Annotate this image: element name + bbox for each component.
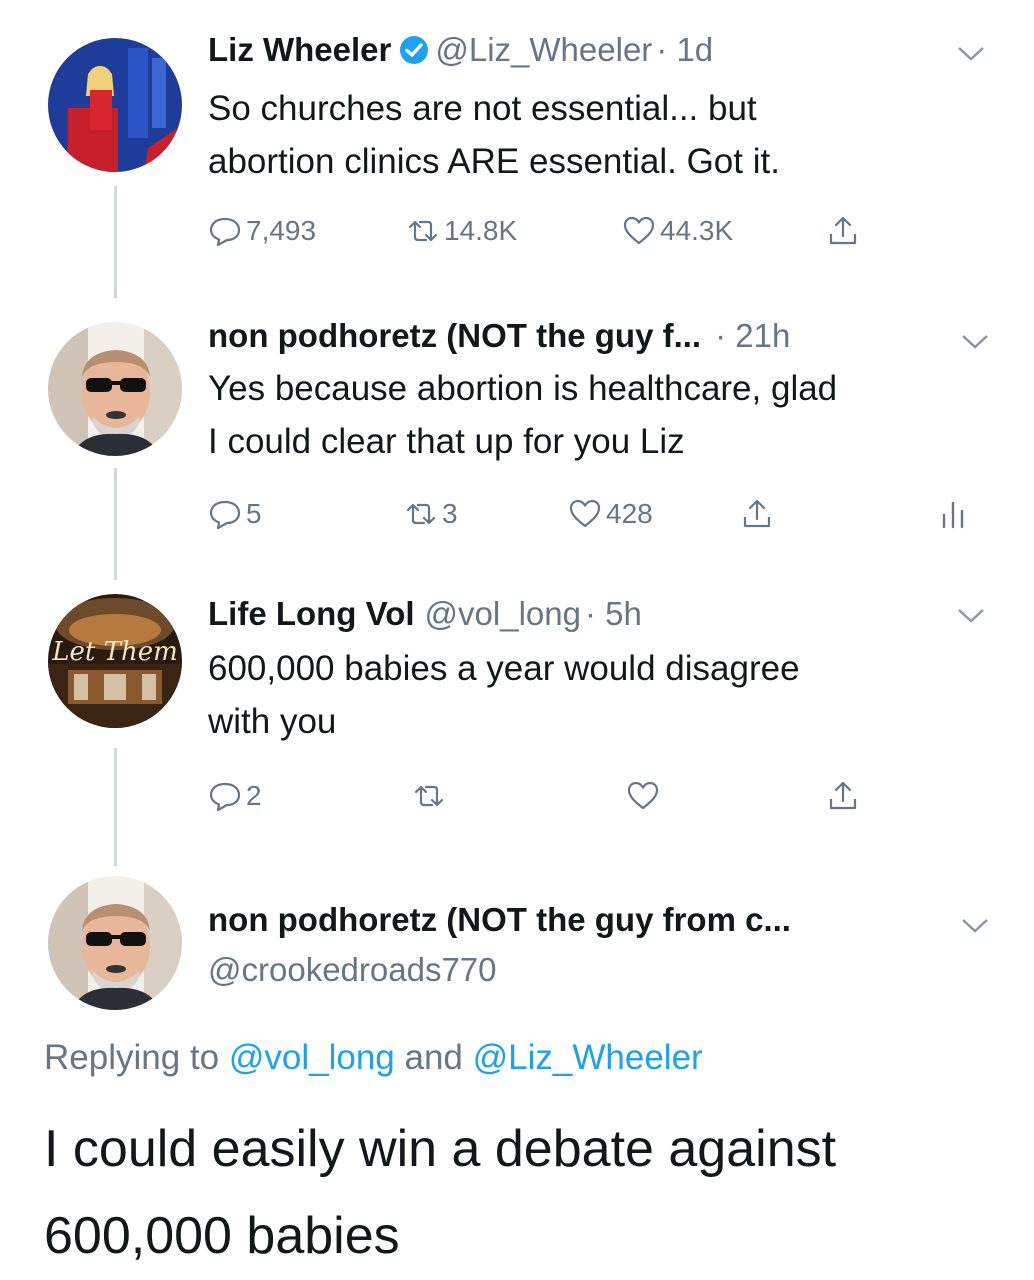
reply-count: 2	[246, 780, 262, 811]
reply-button[interactable]: 2	[208, 776, 262, 816]
retweet-count: 3	[442, 498, 458, 529]
tweet-text-line: So churches are not essential... but	[208, 89, 757, 128]
verified-badge-icon	[400, 36, 429, 64]
tweet-text-line: I could easily win a debate against	[44, 1120, 837, 1178]
tweet-text: So churches are not essential... but abo…	[208, 82, 998, 188]
like-icon	[569, 499, 601, 528]
main-tweet-text: I could easily win a debate against 600,…	[44, 1106, 1004, 1280]
tweet-header: Life Long Vol @vol_long · 5h	[208, 594, 642, 634]
tweet-header: non podhoretz (NOT the guy f... · 21h	[208, 316, 790, 356]
tweet-life-long-vol: Let Them Life Long Vol @vol_long · 5h 600,…	[0, 580, 1034, 870]
like-icon	[623, 216, 655, 245]
retweet-icon	[408, 220, 438, 242]
user-handle[interactable]: @crookedroads770	[208, 951, 497, 988]
tweet-actions: 7,493 14.8K 44.3K	[208, 211, 908, 251]
display-name[interactable]: non podhoretz (NOT the guy f...	[208, 317, 701, 354]
retweet-count: 14.8K	[444, 215, 518, 246]
retweet-icon	[414, 785, 444, 807]
like-count: 428	[606, 498, 653, 529]
tweet-non-podhoretz-reply: non podhoretz (NOT the guy f... · 21h Yes…	[0, 300, 1034, 580]
tweet-text: Yes because abortion is healthcare, glad…	[208, 362, 998, 468]
tweet-header-handle: @crookedroads770	[208, 950, 497, 990]
tweet-text-line: with you	[208, 702, 337, 741]
reply-button[interactable]: 7,493	[208, 211, 316, 251]
like-button[interactable]	[626, 776, 664, 816]
avatar-text: Let Them	[51, 637, 178, 667]
analytics-button[interactable]	[936, 494, 974, 534]
replying-and: and	[404, 1038, 463, 1077]
like-count: 44.3K	[660, 215, 734, 246]
reply-count: 7,493	[246, 215, 317, 246]
share-button[interactable]	[826, 211, 864, 251]
tweet-text-line: 600,000 babies a year would disagree	[208, 649, 800, 688]
avatar-non-podhoretz-image	[48, 876, 182, 1010]
avatar-non-podhoretz-image	[48, 322, 182, 456]
reply-button[interactable]: 5	[208, 494, 262, 534]
mention-link[interactable]: @vol_long	[229, 1038, 395, 1077]
user-handle[interactable]: @Liz_Wheeler	[435, 31, 652, 68]
avatar[interactable]: Let Them	[48, 594, 182, 728]
display-name[interactable]: Life Long Vol	[208, 595, 415, 632]
like-button[interactable]: 428	[568, 494, 653, 534]
share-button[interactable]	[740, 494, 778, 534]
chevron-down-icon[interactable]	[960, 916, 990, 936]
reply-count: 5	[246, 498, 262, 529]
tweet-text: 600,000 babies a year would disagree wit…	[208, 642, 998, 748]
tweet-main-detail: non podhoretz (NOT the guy from c... @cr…	[0, 870, 1034, 1280]
retweet-button[interactable]: 3	[404, 494, 458, 534]
replying-to: Replying to @vol_long and @Liz_Wheeler	[44, 1038, 703, 1078]
timestamp[interactable]: · 1d	[656, 31, 713, 68]
tweet-text-line: Yes because abortion is healthcare, glad	[208, 369, 838, 408]
chevron-down-icon[interactable]	[960, 332, 990, 352]
avatar[interactable]	[48, 38, 182, 172]
tweet-text-line: abortion clinics ARE essential. Got it.	[208, 142, 780, 181]
like-button[interactable]: 44.3K	[622, 211, 733, 251]
tweet-text-line: 600,000 babies	[44, 1207, 400, 1265]
retweet-button[interactable]	[412, 776, 450, 816]
share-icon	[829, 781, 857, 810]
reply-icon	[209, 217, 241, 247]
display-name[interactable]: Liz Wheeler	[208, 31, 391, 68]
like-icon	[627, 781, 659, 810]
thread-line	[114, 748, 117, 866]
tweet-header: Liz Wheeler @Liz_Wheeler · 1d	[208, 30, 713, 70]
retweet-icon	[406, 503, 436, 525]
chevron-down-icon[interactable]	[956, 44, 986, 64]
share-icon	[743, 499, 771, 528]
tweet-liz-wheeler: Liz Wheeler @Liz_Wheeler · 1d So churches …	[0, 0, 1034, 300]
mention-link[interactable]: @Liz_Wheeler	[473, 1038, 703, 1077]
timestamp[interactable]: · 5h	[585, 595, 642, 632]
reply-icon	[209, 782, 241, 812]
tweet-actions: 5 3 428	[208, 494, 988, 534]
avatar[interactable]	[48, 322, 182, 456]
share-button[interactable]	[826, 776, 864, 816]
tweet-header: non podhoretz (NOT the guy from c...	[208, 900, 791, 940]
share-icon	[829, 216, 857, 245]
chevron-down-icon[interactable]	[956, 606, 986, 626]
tweet-text-line: I could clear that up for you Liz	[208, 422, 685, 461]
tweet-actions: 2	[208, 776, 888, 816]
retweet-button[interactable]: 14.8K	[406, 211, 517, 251]
reply-icon	[209, 500, 241, 530]
user-handle[interactable]: @vol_long	[425, 595, 581, 632]
replying-prefix: Replying to	[44, 1038, 220, 1077]
thread-line	[114, 186, 117, 298]
thread-line	[114, 468, 117, 580]
analytics-icon	[942, 501, 964, 529]
avatar-liz-image	[48, 38, 182, 172]
display-name[interactable]: non podhoretz (NOT the guy from c...	[208, 900, 791, 940]
timestamp[interactable]: · 21h	[715, 317, 790, 354]
avatar-life-long-vol-image: Let Them	[48, 594, 182, 728]
avatar[interactable]	[48, 876, 182, 1010]
